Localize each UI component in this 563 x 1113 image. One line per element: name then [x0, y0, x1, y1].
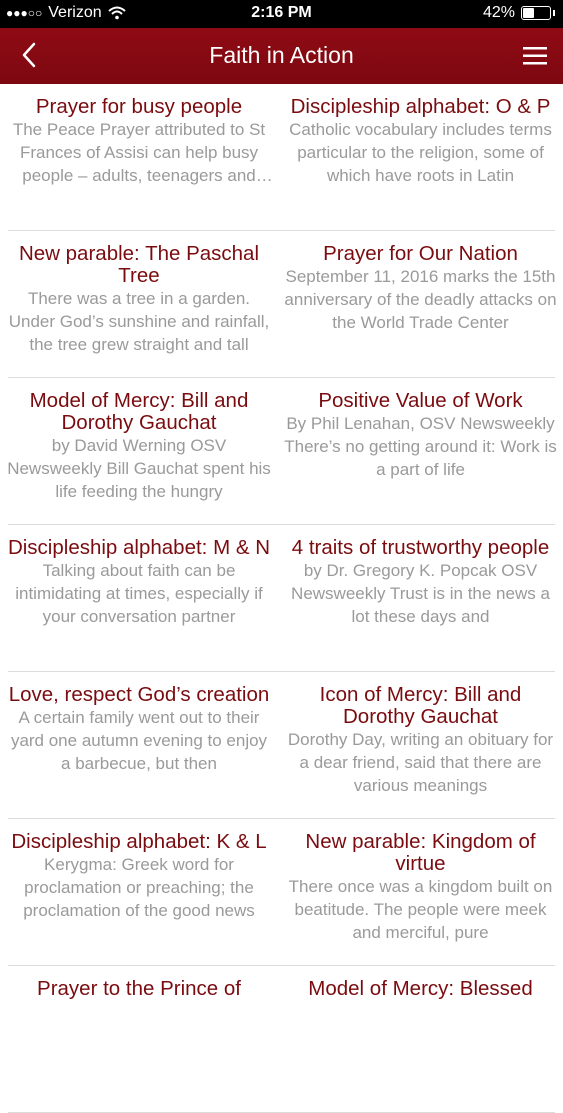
page-title: Faith in Action [209, 42, 354, 68]
article-title: 4 traits of trustworthy people [291, 536, 550, 559]
article-card[interactable]: Prayer to the Prince of [0, 966, 278, 1113]
nav-bar: Faith in Action [0, 28, 563, 84]
article-card[interactable]: New parable: Kingdom of virtue There once… [278, 819, 563, 966]
battery-icon [521, 6, 551, 20]
article-card[interactable]: Model of Mercy: Bill and Dorothy Gauchat… [0, 378, 278, 525]
article-excerpt: by David Werning OSV Newsweekly Bill Gau… [7, 436, 271, 501]
article-title: Love, respect God’s creation [8, 683, 270, 706]
battery-percent: 42% [482, 4, 515, 21]
article-excerpt: by Dr. Gregory K. Popcak OSV Newsweekly … [291, 561, 550, 626]
article-card[interactable]: Discipleship alphabet: M & N Talking abou… [0, 525, 278, 672]
article-excerpt: The Peace Prayer attributed to St France… [12, 120, 266, 185]
hamburger-menu-icon [523, 47, 547, 65]
article-title: New parable: The Paschal Tree [18, 242, 260, 287]
article-card[interactable]: Prayer for Our Nation September 11, 2016 … [278, 231, 563, 378]
article-excerpt: Catholic vocabulary includes terms parti… [289, 120, 552, 185]
article-card[interactable]: Icon of Mercy: Bill and Dorothy Gauchat D… [278, 672, 563, 819]
article-card[interactable]: Love, respect God’s creation A certain fa… [0, 672, 278, 819]
article-title: Model of Mercy: Bill and Dorothy Gauchat [29, 389, 249, 434]
article-title: Positive Value of Work [318, 389, 523, 412]
article-card[interactable]: Discipleship alphabet: O & P Catholic voc… [278, 84, 563, 231]
article-card[interactable]: 4 traits of trustworthy people by Dr. Gre… [278, 525, 563, 672]
article-card[interactable]: Positive Value of Work By Phil Lenahan, O… [278, 378, 563, 525]
article-excerpt: Kerygma: Greek word for proclamation or … [23, 855, 255, 920]
article-card[interactable]: Discipleship alphabet: K & L Kerygma: Gre… [0, 819, 278, 966]
battery-fill [523, 8, 534, 18]
article-title: Model of Mercy: Blessed [308, 977, 533, 1000]
article-grid: Prayer for busy people The Peace Prayer a… [0, 84, 563, 1113]
status-time: 2:16 PM [251, 4, 312, 21]
article-title: Icon of Mercy: Bill and Dorothy Gauchat [319, 683, 522, 728]
article-title: Prayer for Our Nation [323, 242, 518, 265]
article-excerpt: A certain family went out to their yard … [10, 708, 268, 773]
article-excerpt: There was a tree in a garden. Under God’… [8, 289, 270, 354]
article-excerpt: By Phil Lenahan, OSV Newsweekly There’s … [284, 414, 557, 479]
article-title: Discipleship alphabet: M & N [7, 536, 271, 559]
article-title: New parable: Kingdom of virtue [305, 830, 536, 875]
article-title: Prayer to the Prince of [37, 977, 241, 1000]
menu-button[interactable] [521, 42, 551, 70]
status-bar: ●●●○○ Verizon 2:16 PM 42% [0, 0, 563, 28]
article-excerpt: There once was a kingdom built on beatit… [288, 877, 553, 942]
article-card[interactable]: Model of Mercy: Blessed [278, 966, 563, 1113]
article-card[interactable]: Prayer for busy people The Peace Prayer a… [0, 84, 278, 231]
article-card[interactable]: New parable: The Paschal Tree There was a… [0, 231, 278, 378]
article-title: Discipleship alphabet: O & P [290, 95, 551, 118]
article-excerpt: Dorothy Day, writing an obituary for a d… [287, 730, 554, 795]
article-title: Discipleship alphabet: K & L [11, 830, 267, 853]
status-right: 42% [483, 4, 555, 22]
article-excerpt: September 11, 2016 marks the 15th annive… [284, 267, 557, 332]
battery-tip [553, 10, 555, 16]
article-title: Prayer for busy people [35, 95, 243, 118]
article-excerpt: Talking about faith can be intimidating … [15, 561, 263, 626]
